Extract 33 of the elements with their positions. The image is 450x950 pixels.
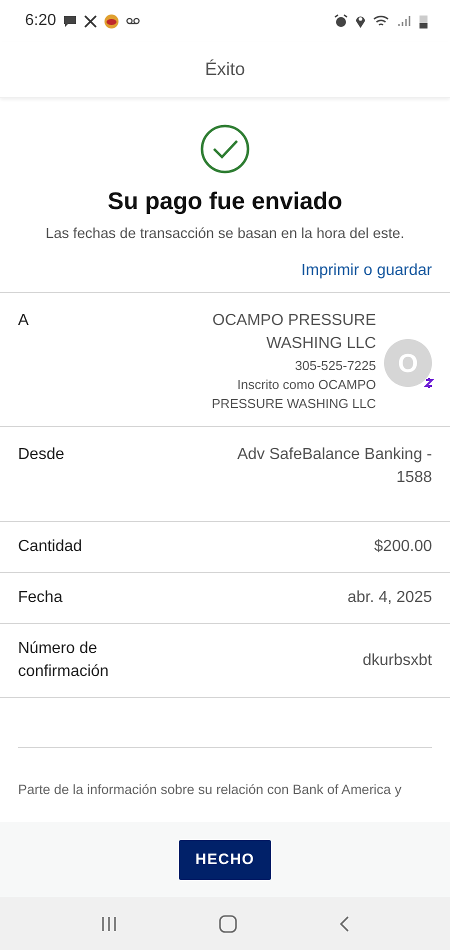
detail-value: Adv SafeBalance Banking - 1588: [236, 444, 432, 488]
detail-label: Fecha: [18, 588, 62, 608]
confirmation-subtitle: Las fechas de transacción se basan en la hora del este.: [46, 226, 404, 242]
screen-title: Éxito: [204, 59, 246, 80]
back-icon: [339, 916, 349, 932]
voicemail-icon: [126, 17, 140, 25]
message-icon: [63, 14, 78, 28]
app-icon: [104, 14, 120, 28]
location-icon: [355, 14, 366, 28]
detail-label: Desde: [18, 444, 64, 465]
x-icon: [84, 14, 98, 28]
print-or-save-link[interactable]: Imprimir o guardar: [301, 262, 432, 280]
home-icon: [219, 914, 237, 932]
success-check-icon: [200, 124, 250, 174]
detail-label: Cantidad: [18, 537, 82, 558]
detail-value: abr. 4, 2025: [347, 588, 432, 608]
detail-label: A: [18, 311, 29, 331]
zelle-icon: [424, 377, 434, 390]
signal-icon: [398, 15, 412, 27]
recipient-phone: 305-525-7225: [295, 357, 376, 376]
detail-label: Número de confirmación: [18, 639, 110, 682]
wifi-icon: [373, 14, 391, 28]
recipient-name: OCAMPO PRESSURE WASHING LLC: [211, 311, 376, 354]
detail-value: $200.00: [374, 537, 432, 558]
disclaimer-text: Parte de la información sobre su relación con Bank of America y: [18, 782, 402, 797]
confirmation-title: Su pago fue enviado: [108, 188, 342, 216]
alarm-icon: [334, 14, 348, 28]
detail-value: dkurbsxbt: [362, 650, 432, 671]
battery-icon: [419, 14, 428, 28]
recent-apps-icon: [101, 916, 117, 932]
recipient-enrollment: Inscrito como OCAMPO PRESSURE WASHING LLC: [210, 376, 376, 414]
status-time: 6:20: [25, 12, 56, 30]
done-button[interactable]: HECHO: [179, 840, 271, 880]
